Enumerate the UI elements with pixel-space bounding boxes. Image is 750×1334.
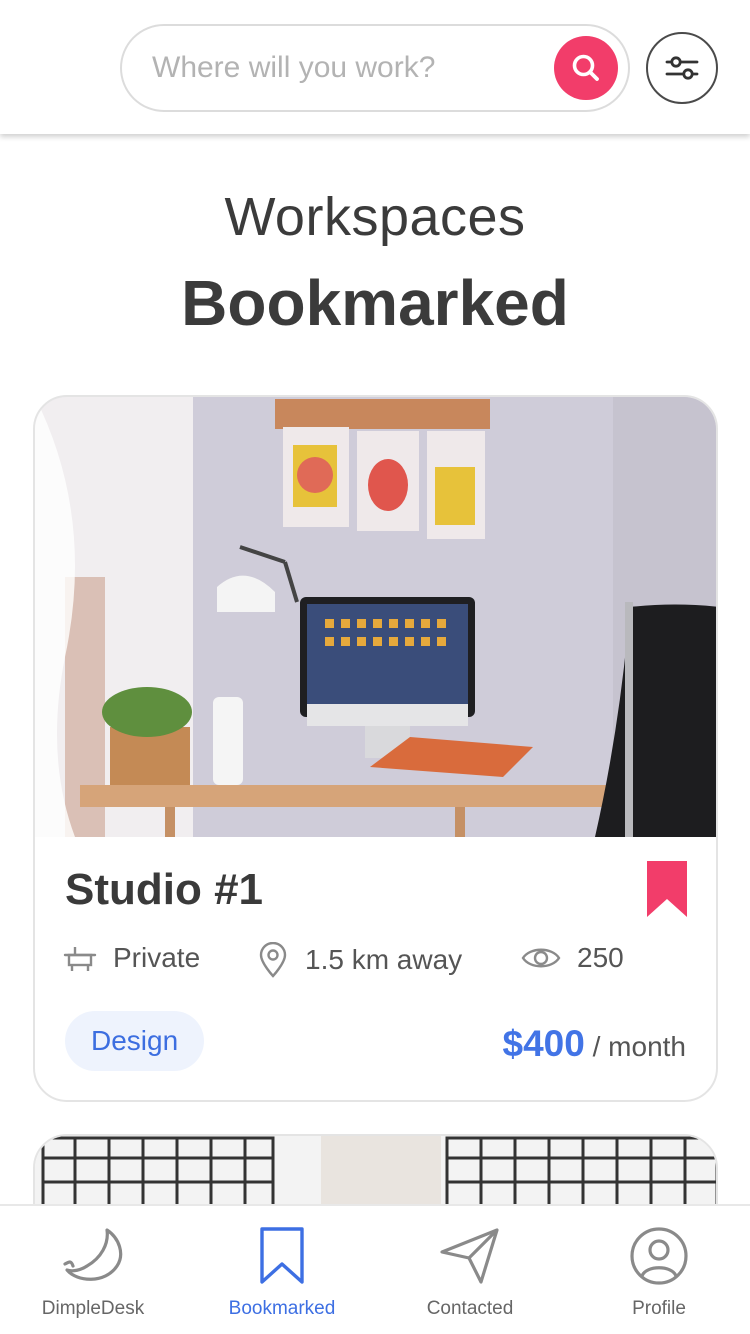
search-bar [120, 24, 630, 112]
workspace-views: 250 [521, 942, 624, 974]
workspace-distance-label: 1.5 km away [305, 944, 463, 975]
price-period: / month [592, 1031, 686, 1062]
workspace-price: $400 / month [503, 1023, 686, 1065]
nav-label-bookmarked: Bookmarked [228, 1298, 336, 1319]
nav-item-profile[interactable]: Profile [569, 1206, 749, 1334]
workspace-distance: 1.5 km away [257, 942, 462, 978]
location-pin-icon [259, 942, 287, 978]
search-icon [572, 54, 599, 81]
price-amount: $400 [502, 1023, 585, 1064]
desk-icon [63, 947, 97, 971]
bookmark-filled-icon [647, 861, 687, 917]
page-title-line1: Workspaces [224, 187, 526, 247]
search-input[interactable] [152, 46, 552, 90]
workspace-type-label: Private [113, 942, 201, 973]
search-button[interactable] [554, 36, 618, 100]
nav-item-contacted[interactable]: Contacted [380, 1206, 560, 1334]
send-icon [440, 1228, 499, 1284]
bookmark-icon [260, 1227, 304, 1284]
sliders-icon [665, 56, 699, 80]
nav-item-bookmarked[interactable]: Bookmarked [192, 1206, 372, 1334]
page-title-line2: Bookmarked [181, 267, 569, 339]
workspace-type: Private [63, 942, 200, 974]
bookmark-toggle[interactable] [647, 861, 687, 922]
workspace-photo [35, 397, 716, 837]
nav-item-dimpledesk[interactable]: DimpleDesk [3, 1206, 183, 1334]
top-bar [0, 0, 750, 134]
melon-slice-icon [63, 1228, 123, 1281]
workspace-views-count: 250 [577, 942, 624, 973]
workspace-card[interactable]: Studio #1 Private 1.5 km away 250 Design [33, 395, 718, 1102]
nav-label-dimpledesk: DimpleDesk [41, 1298, 145, 1319]
user-circle-icon [630, 1227, 688, 1285]
workspace-title: Studio #1 [65, 865, 264, 914]
nav-label-contacted: Contacted [426, 1298, 514, 1319]
category-tag[interactable]: Design [65, 1011, 205, 1071]
eye-icon [521, 948, 561, 968]
nav-label-profile: Profile [632, 1298, 686, 1319]
filter-button[interactable] [646, 32, 718, 104]
bottom-nav: DimpleDesk Bookmarked Contacted Profile [0, 1204, 750, 1334]
